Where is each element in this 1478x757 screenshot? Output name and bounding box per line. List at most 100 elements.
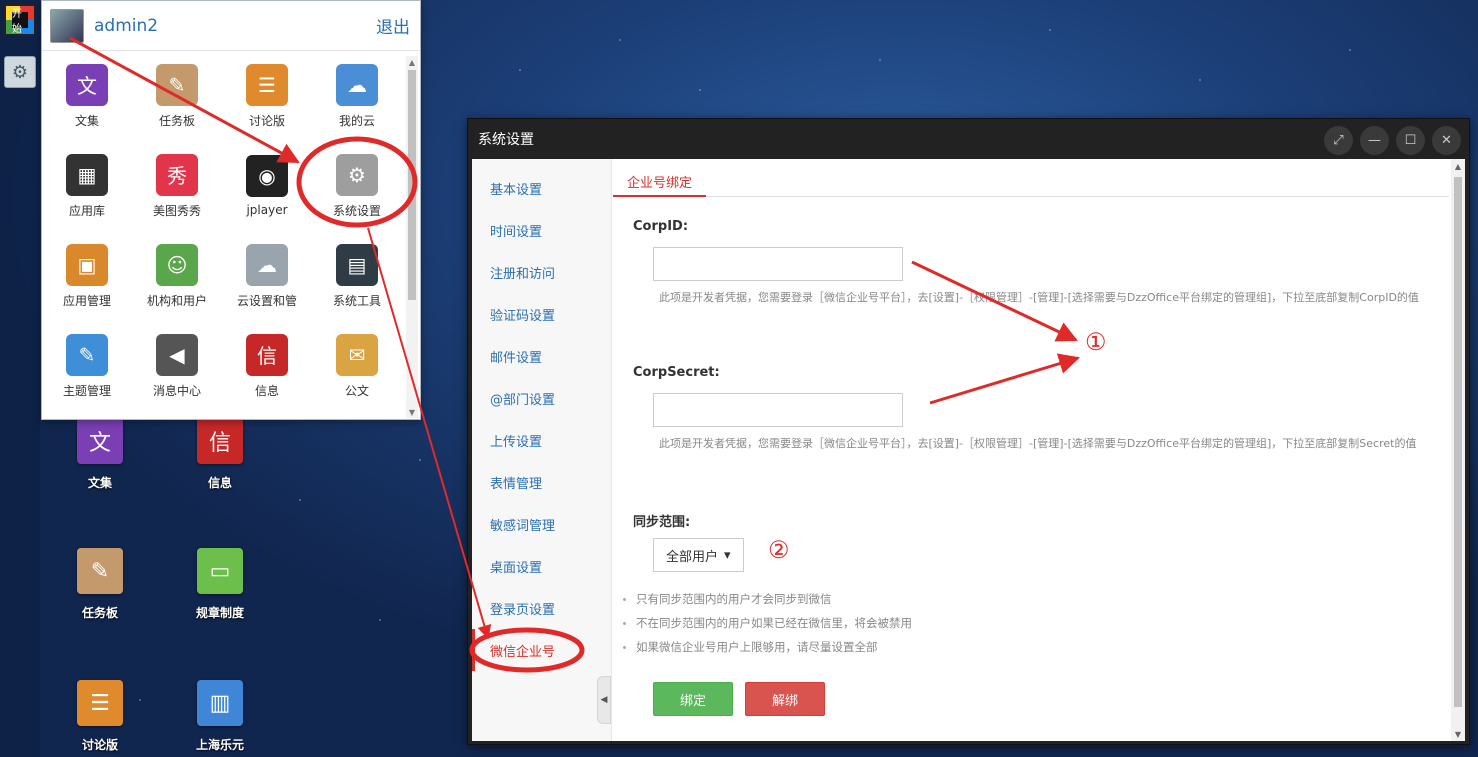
start-menu-item-label: 美图秀秀 (152, 203, 201, 218)
start-menu-item[interactable]: ◀ 消息中心 (132, 321, 222, 411)
start-menu-item[interactable]: ☰ 讨论版 (222, 51, 312, 141)
window-title: 系统设置 (478, 132, 534, 148)
sidebar-item[interactable]: 桌面设置 (472, 545, 611, 587)
start-menu-item-label: 任务板 (158, 113, 195, 128)
fullscreen-icon[interactable]: ⤢ (1324, 126, 1353, 155)
desktop-icon[interactable]: ▭ 规章制度 (175, 548, 265, 621)
start-label: 开始 (12, 9, 28, 35)
scroll-up-icon[interactable]: ▲ (1451, 159, 1465, 173)
tab-corp-binding[interactable]: 企业号绑定 (613, 167, 707, 197)
annotation-marker-1: ① (1085, 328, 1107, 356)
desktop-icon[interactable]: ▥ 上海乐元 (175, 680, 265, 753)
taskboard-icon: ✎ (156, 63, 198, 106)
discussion-icon: ☰ (246, 63, 288, 106)
sidebar-item[interactable]: 时间设置 (472, 209, 611, 251)
monitor-icon: ▤ (336, 243, 378, 286)
main-scrollbar[interactable]: ▲ ▼ (1451, 159, 1465, 741)
start-menu-item-label: 云设置和管 (236, 293, 297, 308)
start-menu-item[interactable]: ☁ 云设置和管 (222, 231, 312, 321)
start-menu-item[interactable]: ✎ 任务板 (132, 51, 222, 141)
sidebar-item[interactable]: 微信企业号 (472, 629, 611, 671)
sidebar-item[interactable]: 验证码设置 (472, 293, 611, 335)
scroll-down-icon[interactable]: ▼ (1451, 727, 1465, 741)
settings-icon: ⚙ (11, 61, 29, 83)
sidebar-item[interactable]: 登录页设置 (472, 587, 611, 629)
sidebar-item[interactable]: 注册和访问 (472, 251, 611, 293)
cloud-server-icon: ☁ (246, 243, 288, 286)
desktop-icon[interactable]: 文文集 (55, 418, 145, 491)
folder-icon: ▥ (197, 680, 243, 726)
start-menu-item[interactable]: 文文集 (42, 51, 132, 141)
start-menu-item-label: 应用管理 (62, 293, 111, 308)
sidebar-list: 基本设置 时间设置 注册和访问 验证码设置 邮件设置 @部门设置 上传设置 表情管理 敏感词管理… (472, 159, 611, 671)
start-menu-item[interactable]: ⚙ 系统设置 (312, 141, 402, 231)
sync-range-value: 全部用户 (666, 549, 719, 565)
start-menu-item[interactable]: ✉ 公文 (312, 321, 402, 411)
corpsecret-field[interactable] (653, 393, 903, 427)
sync-notes: 只有同步范围内的用户才会同步到微信 不在同步范围内的用户如果已经在微信里，将会被… (623, 587, 912, 659)
newspaper-icon: 信 (246, 333, 288, 376)
corpid-field[interactable] (653, 247, 903, 281)
taskbar: 开始 ⚙ (0, 0, 40, 757)
minimize-icon[interactable]: — (1360, 126, 1389, 155)
desktop-icon[interactable]: 信信息 (175, 418, 265, 491)
avatar[interactable] (50, 8, 84, 43)
username: admin2 (94, 15, 159, 36)
start-menu-item-label: jplayer (246, 203, 288, 217)
sidebar-item[interactable]: @部门设置 (472, 377, 611, 419)
start-menu-item[interactable]: ◉ jplayer (222, 141, 312, 231)
start-menu-item[interactable]: ▦ 应用库 (42, 141, 132, 231)
caret-down-icon: ▾ (724, 547, 731, 563)
start-menu-item-label: 应用库 (68, 203, 105, 218)
sidebar-item[interactable]: 表情管理 (472, 461, 611, 503)
corpid-label: CorpID: (633, 219, 689, 234)
sidebar-item[interactable]: 敏感词管理 (472, 503, 611, 545)
logout-link[interactable]: 退出 (376, 13, 410, 38)
boxes-icon: ▣ (66, 243, 108, 286)
tab-bar: 企业号绑定 (613, 167, 1449, 197)
scroll-thumb[interactable] (1454, 177, 1462, 707)
book-icon: 文 (77, 418, 123, 464)
start-menu-item[interactable]: ▤ 系统工具 (312, 231, 402, 321)
taskbar-settings-app[interactable]: ⚙ (4, 56, 36, 88)
desktop-icon[interactable]: ✎ 任务板 (55, 548, 145, 621)
scroll-thumb[interactable] (408, 70, 416, 300)
desktop-icon-label: 任务板 (81, 606, 118, 620)
note-item: 如果微信企业号用户上限够用，请尽量设置全部 (623, 635, 912, 659)
start-menu-item[interactable]: 信信息 (222, 321, 312, 411)
sync-range-select[interactable]: 全部用户 ▾ (653, 538, 744, 572)
start-menu-item[interactable]: ☺ 机构和用户 (132, 231, 222, 321)
start-menu-item[interactable]: 秀美图秀秀 (132, 141, 222, 231)
start-button[interactable]: 开始 (4, 4, 36, 36)
window-body: 基本设置 时间设置 注册和访问 验证码设置 邮件设置 @部门设置 上传设置 表情管理 敏感词管理… (472, 159, 1465, 741)
sidebar-item[interactable]: 邮件设置 (472, 335, 611, 377)
sidebar-item[interactable]: 基本设置 (472, 167, 611, 209)
corpid-help: 此项是开发者凭据，您需要登录［微信企业号平台］，去[设置]-［权限管理］-[管理… (659, 291, 1419, 304)
close-icon[interactable]: ✕ (1432, 126, 1461, 155)
bind-button[interactable]: 绑定 (653, 682, 733, 716)
start-menu-item-label: 消息中心 (152, 383, 201, 398)
scroll-up-icon[interactable]: ▲ (406, 56, 418, 68)
start-menu-item[interactable]: ✎ 主题管理 (42, 321, 132, 411)
settings-sidebar: 基本设置 时间设置 注册和访问 验证码设置 邮件设置 @部门设置 上传设置 表情管理 敏感词管理… (472, 159, 612, 741)
start-menu-item[interactable]: ▣ 应用管理 (42, 231, 132, 321)
sidebar-item[interactable]: 上传设置 (472, 419, 611, 461)
collapse-sidebar-button[interactable]: ◀ (597, 676, 611, 724)
start-menu-header: admin2 退出 (42, 1, 420, 51)
start-menu-scrollbar[interactable]: ▲ ▼ (406, 56, 418, 418)
maximize-icon[interactable]: ☐ (1396, 126, 1425, 155)
envelope-icon: ✉ (336, 333, 378, 376)
desktop-icon-label: 规章制度 (195, 606, 244, 620)
unbind-button[interactable]: 解绑 (745, 682, 825, 716)
discussion-icon: ☰ (77, 680, 123, 726)
cloud-icon: ☁ (336, 63, 378, 106)
start-menu-item[interactable]: ☁ 我的云 (312, 51, 402, 141)
start-menu-item-label: 讨论版 (248, 113, 285, 128)
start-menu-app-grid: 文文集 ✎ 任务板 ☰ 讨论版 ☁ 我的云 ▦ 应用库 秀美图秀秀 ◉ jplayer ⚙ 系统设置 ▣ 应用… (42, 51, 406, 411)
start-menu-item-label: 主题管理 (62, 383, 111, 398)
desktop-icon[interactable]: ☰ 讨论版 (55, 680, 145, 753)
theme-icon: ✎ (66, 333, 108, 376)
start-menu-item-label: 系统工具 (332, 293, 381, 308)
scroll-down-icon[interactable]: ▼ (406, 406, 418, 418)
rules-icon: ▭ (197, 548, 243, 594)
